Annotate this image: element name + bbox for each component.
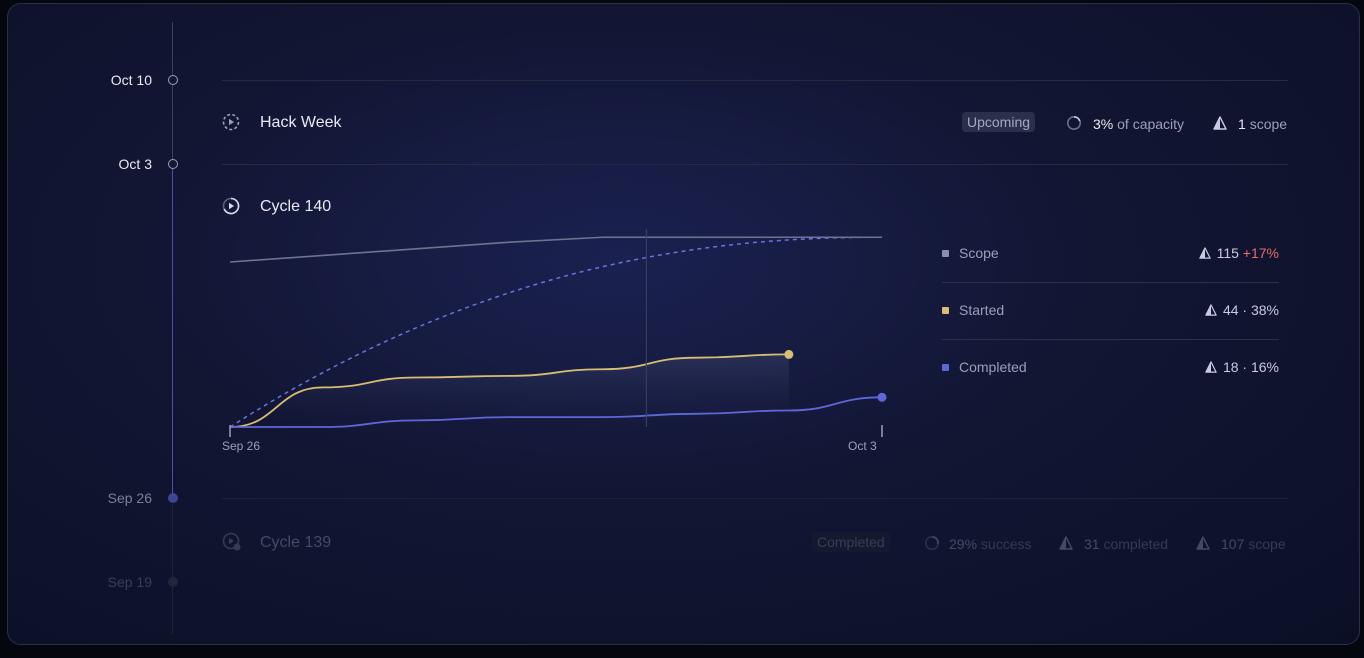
timeline-line-bottom xyxy=(172,504,173,634)
timeline-date-oct-10: Oct 10 xyxy=(110,72,152,88)
x-tick-label-start: Sep 26 xyxy=(222,439,261,453)
cycle-139-title: Cycle 139 xyxy=(260,534,332,551)
capacity-value: 3% xyxy=(1093,116,1114,132)
hack-week-row[interactable]: Hack Week Upcoming 3% of capacity 1 scop… xyxy=(222,104,1288,140)
legend-scope-value: 115 +17% xyxy=(1198,245,1279,261)
x-tick-label-end: Oct 3 xyxy=(848,439,877,453)
scope-icon xyxy=(1205,361,1217,373)
cycle-139-scope-stat: 107 scope xyxy=(1221,536,1286,552)
success-value: 29% xyxy=(949,536,978,552)
legend-started-swatch xyxy=(942,307,949,314)
timeline-date-oct-3: Oct 3 xyxy=(118,156,152,172)
timeline-node-sep-26[interactable] xyxy=(168,493,178,503)
burnup-chart xyxy=(229,229,887,437)
completed-badge: Completed xyxy=(812,532,890,552)
divider xyxy=(222,80,1288,81)
legend-completed[interactable]: Completed 18 · 16% xyxy=(942,357,1279,379)
legend-started-value: 44 · 38% xyxy=(1205,302,1279,318)
cycle-140-header[interactable]: Cycle 140 xyxy=(222,188,622,224)
hack-week-title: Hack Week xyxy=(260,114,342,131)
success-stat: 29% success xyxy=(949,536,1032,552)
legend-scope[interactable]: Scope 115 +17% xyxy=(942,243,1279,265)
legend-completed-value: 18 · 16% xyxy=(1205,359,1279,375)
scope-icon xyxy=(1205,304,1217,316)
legend-started-label: Started xyxy=(959,302,1005,318)
legend-completed-label: Completed xyxy=(959,359,1027,375)
legend-scope-delta: +17% xyxy=(1242,245,1279,261)
legend-started[interactable]: Started 44 · 38% xyxy=(942,300,1279,322)
started-area xyxy=(230,354,789,427)
legend-started-number: 44 · 38% xyxy=(1222,302,1279,318)
completed-value: 31 xyxy=(1084,536,1100,552)
success-text: success xyxy=(980,536,1032,552)
timeline-node-oct-10[interactable] xyxy=(168,75,178,85)
completed-endpoint xyxy=(877,392,887,402)
cycle-139-scope-text: scope xyxy=(1248,536,1286,552)
divider xyxy=(222,498,1288,499)
scope-icon xyxy=(1198,247,1211,259)
timeline-date-sep-26: Sep 26 xyxy=(107,490,152,506)
capacity-icon xyxy=(1067,116,1081,130)
scope-text: scope xyxy=(1249,116,1288,132)
timeline-line-top xyxy=(172,22,173,162)
completed-text: completed xyxy=(1103,536,1169,552)
capacity-text: of capacity xyxy=(1117,116,1185,132)
cycle-140-title: Cycle 140 xyxy=(260,198,332,215)
legend-completed-number: 18 · 16% xyxy=(1222,359,1279,375)
upcoming-cycle-icon xyxy=(222,113,240,131)
completed-cycle-icon xyxy=(222,532,241,551)
started-endpoint xyxy=(784,349,794,359)
cycle-139-scope-value: 107 xyxy=(1221,536,1245,552)
legend-divider xyxy=(942,282,1279,283)
legend-completed-swatch xyxy=(942,364,949,371)
scope-value: 1 xyxy=(1238,116,1246,132)
success-icon xyxy=(925,536,939,550)
scope-stat: 1 scope xyxy=(1238,116,1287,132)
scope-line xyxy=(229,236,882,263)
timeline-node-sep-19[interactable] xyxy=(168,577,178,587)
upcoming-badge: Upcoming xyxy=(962,112,1036,132)
timeline-line-current xyxy=(172,168,173,498)
divider xyxy=(222,164,1288,165)
legend-scope-label: Scope xyxy=(959,245,999,261)
timeline-date-sep-19: Sep 19 xyxy=(107,574,152,590)
timeline-node-oct-3[interactable] xyxy=(168,159,178,169)
completed-scope-icon xyxy=(1059,536,1073,550)
legend-scope-swatch xyxy=(942,250,949,257)
capacity-stat: 3% of capacity xyxy=(1093,116,1184,132)
scope-icon xyxy=(1213,116,1227,130)
cycle-139-row[interactable]: Cycle 139 Completed 29% success 31 compl… xyxy=(222,524,1288,560)
legend-scope-number: 115 xyxy=(1216,245,1239,261)
scope-icon xyxy=(1196,536,1210,550)
cycles-panel: Oct 10 Oct 3 Sep 26 Sep 19 Hack Week Upc… xyxy=(7,3,1360,645)
completed-stat: 31 completed xyxy=(1084,536,1168,552)
current-cycle-icon xyxy=(222,197,240,215)
legend-divider xyxy=(942,339,1279,340)
